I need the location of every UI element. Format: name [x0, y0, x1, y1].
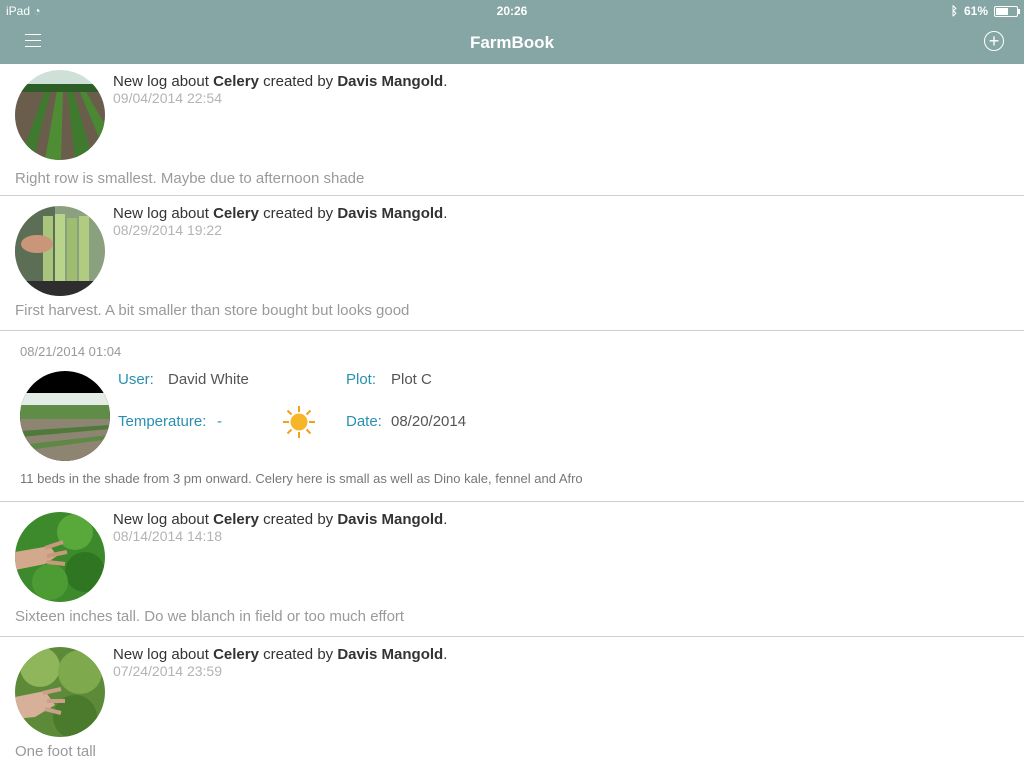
temperature-label: Temperature: — [118, 413, 207, 430]
log-headline: New log about Celery created by Davis Ma… — [113, 205, 448, 222]
log-headline: New log about Celery created by Davis Ma… — [113, 73, 448, 90]
log-note: Right row is smallest. Maybe due to afte… — [15, 170, 365, 187]
battery-icon — [994, 5, 1020, 17]
log-timestamp: 09/04/2014 22:54 — [113, 90, 222, 106]
log-timestamp: 08/29/2014 19:22 — [113, 222, 222, 238]
plot-label: Plot: — [346, 371, 377, 388]
detail-log-item[interactable]: 08/21/2014 01:04 User: David White Plot:… — [0, 331, 1024, 502]
log-timestamp: 08/14/2014 14:18 — [113, 528, 222, 544]
bluetooth-icon: ᛒ — [950, 4, 958, 18]
battery-percent: 61% — [963, 4, 988, 18]
crop-photo — [15, 206, 105, 296]
crop-photo — [15, 70, 105, 160]
status-bar: iPad ◔ 20:26 ᛒ 61% — [0, 0, 1024, 22]
add-icon[interactable]: + — [984, 31, 1004, 51]
user-label: User: — [118, 371, 154, 388]
nav-bar: FarmBook + — [0, 22, 1024, 64]
list-item[interactable]: New log about Celery created by Davis Ma… — [0, 64, 1024, 196]
log-note: Sixteen inches tall. Do we blanch in fie… — [15, 608, 405, 625]
date-label: Date: — [346, 413, 382, 430]
detail-timestamp: 08/21/2014 01:04 — [20, 344, 122, 359]
temperature-value: - — [217, 413, 222, 430]
crop-photo — [15, 512, 105, 602]
list-item[interactable]: New log about Celery created by Davis Ma… — [0, 502, 1024, 637]
log-headline: New log about Celery created by Davis Ma… — [113, 646, 448, 663]
log-feed: New log about Celery created by Davis Ma… — [0, 64, 1024, 771]
log-note: First harvest. A bit smaller than store … — [15, 302, 410, 319]
list-item[interactable]: New log about Celery created by Davis Ma… — [0, 637, 1024, 771]
plot-photo — [20, 371, 110, 461]
sun-icon — [282, 405, 316, 444]
log-headline: New log about Celery created by Davis Ma… — [113, 511, 448, 528]
log-note: One foot tall — [15, 743, 96, 760]
date-value: 08/20/2014 — [391, 413, 467, 430]
log-timestamp: 07/24/2014 23:59 — [113, 663, 222, 679]
crop-photo — [15, 647, 105, 737]
page-title: FarmBook — [469, 33, 555, 52]
user-value: David White — [168, 371, 249, 388]
plot-value: Plot C — [391, 371, 432, 388]
list-item[interactable]: New log about Celery created by Davis Ma… — [0, 196, 1024, 331]
clock: 20:26 — [496, 4, 528, 18]
detail-note: 11 beds in the shade from 3 pm onward. C… — [20, 471, 583, 486]
